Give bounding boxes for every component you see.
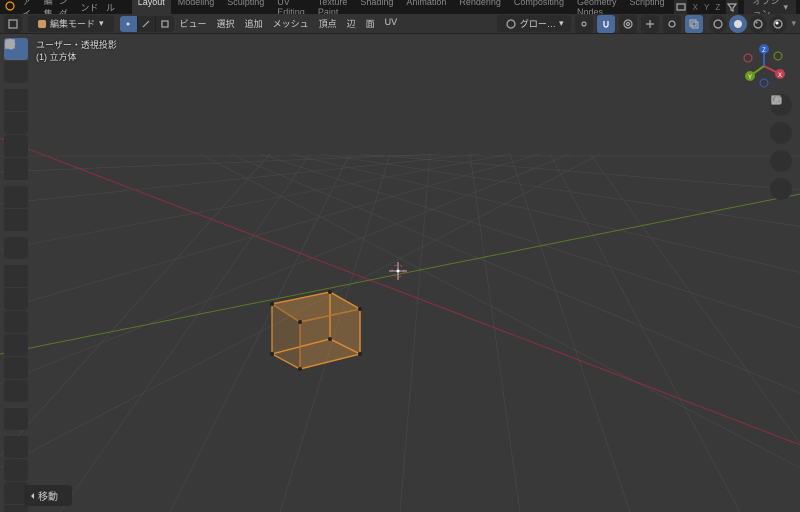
cursor-3d xyxy=(389,262,407,280)
toolbar xyxy=(4,38,28,512)
shading-rendered[interactable] xyxy=(769,15,787,33)
snap-toggle[interactable] xyxy=(597,15,615,33)
xray-toggle[interactable] xyxy=(685,15,703,33)
tool-shear[interactable] xyxy=(4,505,28,512)
menu-face[interactable]: 面 xyxy=(366,17,375,30)
menu-select[interactable]: 選択 xyxy=(217,17,235,30)
svg-text:Z: Z xyxy=(762,48,766,54)
select-mode-vertex[interactable] xyxy=(120,16,138,32)
tool-inset[interactable] xyxy=(4,288,28,310)
proportional-edit[interactable] xyxy=(619,15,637,33)
shading-wireframe[interactable] xyxy=(709,15,727,33)
gizmo-toggle[interactable] xyxy=(641,15,659,33)
mesh-select-mode xyxy=(120,16,174,32)
tool-measure[interactable] xyxy=(4,209,28,231)
editor-type-icon[interactable] xyxy=(4,15,22,33)
tool-add-cube[interactable] xyxy=(4,237,28,259)
viewport-nav-buttons xyxy=(770,94,792,200)
axis-toggle-z[interactable]: Z xyxy=(715,3,720,12)
menu-edge[interactable]: 辺 xyxy=(347,17,356,30)
select-mode-face[interactable] xyxy=(156,16,174,32)
menu-add[interactable]: 追加 xyxy=(245,17,263,30)
tool-knife[interactable] xyxy=(4,357,28,379)
menu-view[interactable]: ビュー xyxy=(180,17,207,30)
main-menubar: ファイル 編集 レンダー ウィンドウ ヘルプ Layout Modeling S… xyxy=(0,0,800,14)
viewport-3d[interactable]: ユーザー・透視投影 (1) 立方体 xyxy=(0,34,800,512)
select-mode-edge[interactable] xyxy=(138,16,156,32)
menu-vertex[interactable]: 頂点 xyxy=(319,17,337,30)
axis-toggle-x[interactable]: X xyxy=(693,3,698,12)
last-operator-panel[interactable]: 移動 xyxy=(24,485,72,506)
menu-uv[interactable]: UV xyxy=(385,17,398,30)
tool-cursor[interactable] xyxy=(4,61,28,83)
tool-extrude[interactable] xyxy=(4,265,28,287)
tool-smooth[interactable] xyxy=(4,436,28,458)
tool-move[interactable] xyxy=(4,89,28,111)
tool-bevel[interactable] xyxy=(4,311,28,333)
blender-logo-icon xyxy=(4,0,16,14)
pivot-dropdown[interactable] xyxy=(575,15,593,33)
shading-modes xyxy=(707,15,787,33)
tool-loop-cut[interactable] xyxy=(4,334,28,356)
shading-material[interactable] xyxy=(749,15,767,33)
tool-spin[interactable] xyxy=(4,408,28,430)
edit-mode-icon xyxy=(38,20,46,28)
orientation-dropdown[interactable]: グロー… ▾ xyxy=(497,15,572,32)
svg-text:Y: Y xyxy=(748,75,752,81)
svg-text:X: X xyxy=(778,73,782,79)
viewport-grid xyxy=(0,34,800,512)
overlay-toggle[interactable] xyxy=(663,15,681,33)
mode-select[interactable]: 編集モード ▾ xyxy=(28,15,114,32)
viewport-header: 編集モード ▾ ビュー 選択 追加 メッシュ 頂点 辺 面 UV グロー… ▾ xyxy=(0,14,800,34)
tool-annotate[interactable] xyxy=(4,186,28,208)
tool-transform[interactable] xyxy=(4,158,28,180)
tool-edge-slide[interactable] xyxy=(4,459,28,481)
shading-solid[interactable] xyxy=(729,15,747,33)
axis-toggle-y[interactable]: Y xyxy=(704,3,709,12)
viewport-overlay-text: ユーザー・透視投影 (1) 立方体 xyxy=(36,40,117,63)
perspective-toggle[interactable] xyxy=(770,178,792,200)
pan-button[interactable] xyxy=(770,122,792,144)
navigation-gizmo[interactable]: X Y Z xyxy=(742,44,786,88)
tool-poly-build[interactable] xyxy=(4,380,28,402)
cube-object xyxy=(270,290,362,371)
camera-view-button[interactable] xyxy=(770,150,792,172)
tool-rotate[interactable] xyxy=(4,112,28,134)
tool-scale[interactable] xyxy=(4,135,28,157)
menu-mesh[interactable]: メッシュ xyxy=(273,17,309,30)
